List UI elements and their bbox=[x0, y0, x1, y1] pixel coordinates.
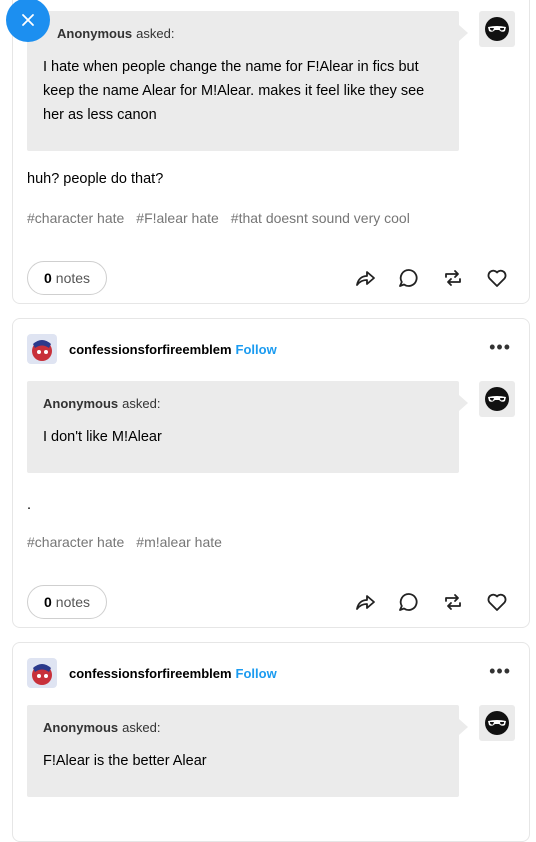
asker-name[interactable]: Anonymous bbox=[43, 720, 118, 735]
close-icon bbox=[22, 14, 34, 26]
anonymous-avatar bbox=[479, 381, 515, 417]
tag[interactable]: #character hate bbox=[27, 534, 124, 550]
anonymous-sunglasses-icon bbox=[485, 17, 509, 41]
share-icon[interactable] bbox=[353, 266, 377, 290]
ask-box: Anonymous asked: F!Alear is the better A… bbox=[27, 705, 468, 797]
tag[interactable]: #F!alear hate bbox=[136, 210, 219, 226]
reblog-icon[interactable] bbox=[441, 266, 465, 290]
asked-label: asked: bbox=[122, 720, 161, 735]
reblog-icon[interactable] bbox=[441, 590, 465, 614]
blog-avatar[interactable] bbox=[27, 334, 57, 364]
like-icon[interactable] bbox=[485, 266, 509, 290]
tag-list: #character hate #F!alear hate #that doesnt… bbox=[27, 210, 422, 226]
more-icon[interactable]: ••• bbox=[489, 661, 511, 682]
question-text: F!Alear is the better Alear bbox=[43, 753, 207, 769]
post-header: confessionsforfireemblem Follow ••• bbox=[27, 334, 517, 364]
blog-name[interactable]: confessionsforfireemblem bbox=[69, 666, 232, 681]
reply-icon[interactable] bbox=[397, 266, 421, 290]
post: confessionsforfireemblem Follow ••• Anon… bbox=[12, 318, 530, 628]
asked-label: asked: bbox=[136, 26, 175, 41]
asker-name[interactable]: Anonymous bbox=[43, 396, 118, 411]
post-footer: 0 notes bbox=[27, 585, 515, 619]
asked-label: asked: bbox=[122, 396, 161, 411]
question-text: I hate when people change the name for F… bbox=[43, 59, 425, 123]
answer-text: . bbox=[27, 497, 32, 513]
anonymous-avatar bbox=[479, 11, 515, 47]
tag[interactable]: #that doesnt sound very cool bbox=[231, 210, 410, 226]
ask-box: Anonymous asked: I don't like M!Alear bbox=[27, 381, 468, 473]
notes-button[interactable]: 0 notes bbox=[27, 261, 108, 295]
follow-button[interactable]: Follow bbox=[236, 342, 277, 357]
share-icon[interactable] bbox=[353, 590, 377, 614]
tag[interactable]: #character hate bbox=[27, 210, 124, 226]
notes-count: 0 bbox=[44, 270, 52, 286]
post-header: confessionsforfireemblem Follow ••• bbox=[27, 658, 517, 688]
notes-button[interactable]: 0 notes bbox=[27, 585, 108, 619]
close-button[interactable] bbox=[6, 0, 50, 42]
notes-label: notes bbox=[55, 594, 91, 610]
anonymous-sunglasses-icon bbox=[485, 711, 509, 735]
more-icon[interactable]: ••• bbox=[489, 337, 511, 358]
tag[interactable]: #m!alear hate bbox=[136, 534, 222, 550]
like-icon[interactable] bbox=[485, 590, 509, 614]
asker-name[interactable]: Anonymous bbox=[57, 26, 132, 41]
blog-name[interactable]: confessionsforfireemblem bbox=[69, 342, 232, 357]
blog-avatar[interactable] bbox=[27, 658, 57, 688]
post-footer: 0 notes bbox=[27, 261, 515, 295]
post: confessionsforfireemblem Follow ••• Anon… bbox=[12, 642, 530, 842]
question-text: I don't like M!Alear bbox=[43, 429, 162, 445]
anonymous-sunglasses-icon bbox=[485, 387, 509, 411]
tag-list: #character hate #m!alear hate bbox=[27, 534, 234, 550]
notes-count: 0 bbox=[44, 594, 52, 610]
answer-text: huh? people do that? bbox=[27, 171, 164, 187]
reply-icon[interactable] bbox=[397, 590, 421, 614]
post: Anonymous asked: I hate when people chan… bbox=[12, 0, 530, 304]
anonymous-avatar bbox=[479, 705, 515, 741]
ask-box: Anonymous asked: I hate when people chan… bbox=[27, 11, 468, 151]
notes-label: notes bbox=[55, 270, 91, 286]
follow-button[interactable]: Follow bbox=[236, 666, 277, 681]
